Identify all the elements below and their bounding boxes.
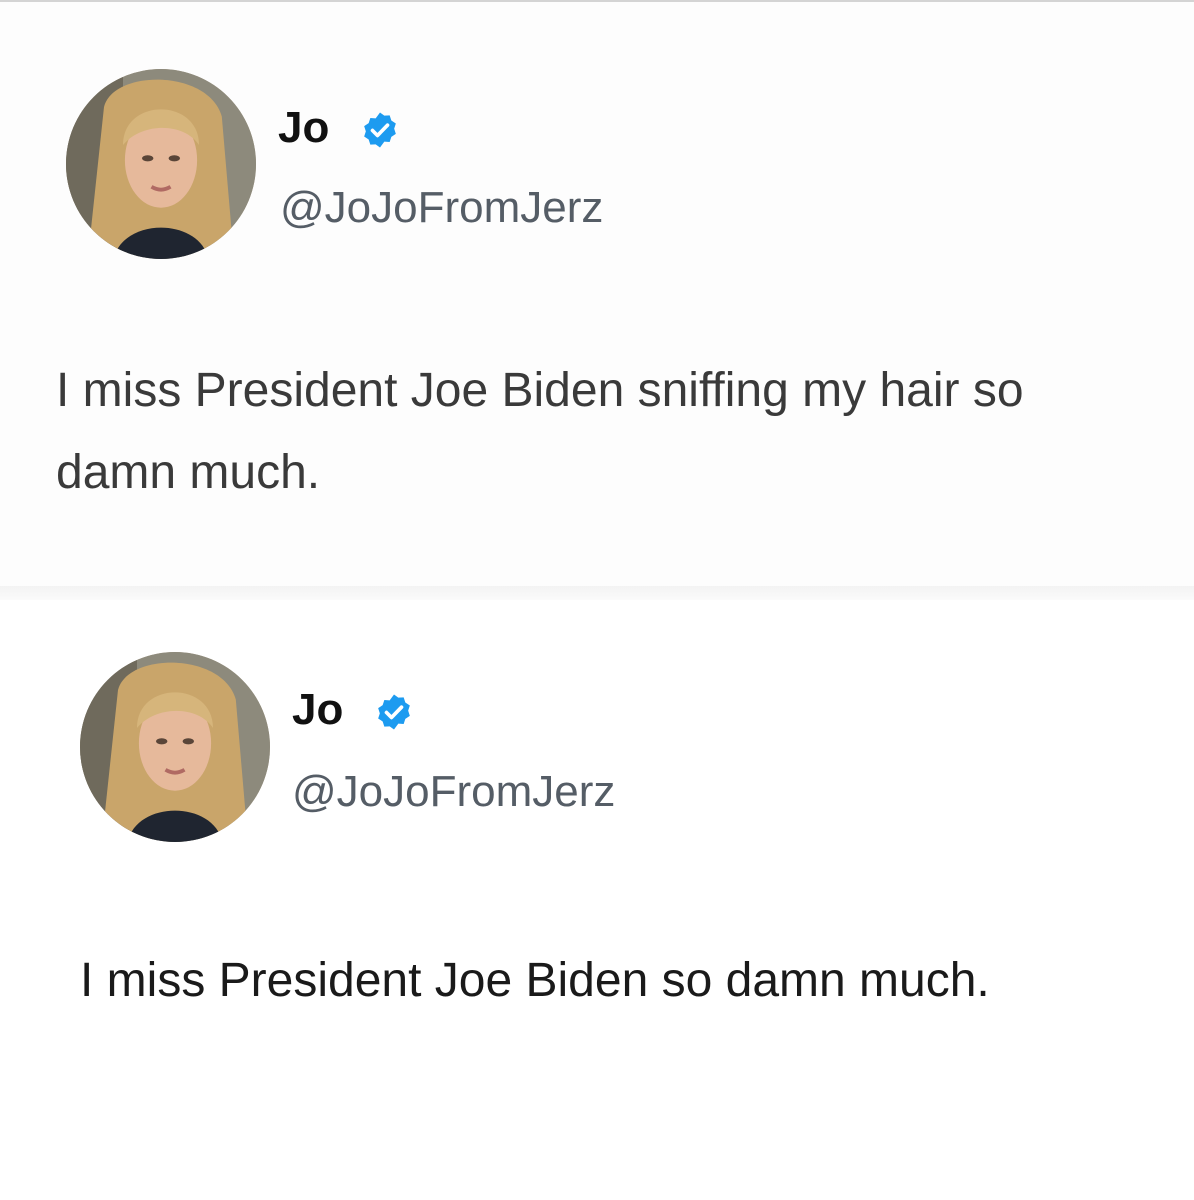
tweet-text: I miss President Joe Biden so damn much. xyxy=(80,954,990,1007)
verified-badge-icon xyxy=(364,112,396,148)
avatar[interactable] xyxy=(66,69,256,259)
display-name[interactable]: Jo xyxy=(278,102,329,154)
user-handle[interactable]: @JoJoFromJerz xyxy=(292,766,615,818)
avatar-photo-icon xyxy=(80,652,270,842)
tweet-text: I miss President Joe Biden sniffing my h… xyxy=(56,364,1024,499)
tweet-card[interactable]: Jo @JoJoFromJerz I miss President Joe Bi… xyxy=(0,2,1194,586)
tweet-card[interactable]: Jo @JoJoFromJerz I miss President Joe Bi… xyxy=(0,600,1194,1200)
tweet-separator xyxy=(0,586,1194,600)
verified-badge-icon xyxy=(378,694,410,730)
avatar-photo-icon xyxy=(66,69,256,259)
avatar[interactable] xyxy=(80,652,270,842)
display-name[interactable]: Jo xyxy=(292,684,343,736)
user-handle[interactable]: @JoJoFromJerz xyxy=(280,182,603,234)
